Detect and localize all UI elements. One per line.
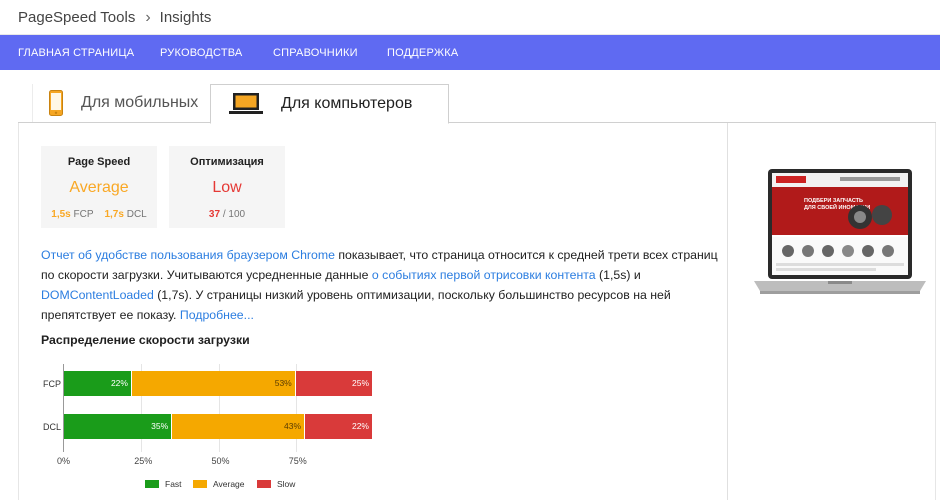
nav-item-support[interactable]: ПОДДЕРЖКА — [387, 47, 458, 59]
chart-category-label: DCL — [43, 422, 62, 432]
chart-legend-item: Average — [193, 479, 245, 489]
panel-right-border — [935, 123, 936, 500]
chart-x-tick: 50% — [211, 456, 230, 466]
desktop-preview-image: ПОДБЕРИ ЗАПЧАСТЬ ДЛЯ СВОЕЙ ИНОМАРКИ — [754, 169, 926, 294]
breadcrumb-root[interactable]: PageSpeed Tools — [18, 9, 135, 26]
more-link[interactable]: Подробнее... — [180, 308, 254, 322]
chrome-ux-report-link[interactable]: Отчет об удобстве пользования браузером … — [41, 248, 335, 262]
legend-label: Slow — [277, 479, 296, 489]
device-tabs: Для мобильных Для компьютеров — [18, 84, 936, 124]
legend-swatch — [145, 480, 159, 488]
chart-bar-segment-average: 43% — [172, 414, 304, 439]
page-speed-metrics: 1,5s FCP 1,7s DCL — [41, 209, 157, 220]
chart-legend-item: Fast — [145, 479, 182, 489]
chart-bar-segment-fast: 35% — [64, 414, 172, 439]
page-speed-title: Page Speed — [67, 156, 131, 168]
chart-bar-segment-fast: 22% — [64, 371, 131, 396]
legend-swatch — [193, 480, 207, 488]
tab-desktop-label: Для компьютеров — [281, 95, 413, 112]
optimization-title: Оптимизация — [190, 156, 264, 168]
tab-mobile-label: Для мобильных — [81, 94, 199, 111]
tab-desktop[interactable]: Для компьютеров — [210, 84, 449, 124]
distribution-title: Распределение скорости загрузки — [41, 333, 250, 347]
laptop-icon — [229, 93, 263, 114]
breadcrumb: PageSpeed Tools › Insights — [18, 9, 211, 26]
optimization-score: 37 / 100 — [169, 209, 285, 220]
chart-bar-segment-slow: 22% — [305, 414, 372, 439]
chart-category-label: FCP — [43, 379, 61, 389]
optimization-value: Low — [212, 179, 242, 196]
optimization-score-suffix: / 100 — [222, 209, 246, 220]
dcl-link[interactable]: DOMContentLoaded — [41, 288, 154, 302]
chart-x-tick: 75% — [288, 456, 307, 466]
nav-item-home[interactable]: ГЛАВНАЯ СТРАНИЦА — [18, 47, 134, 59]
optimization-card: Оптимизация Low 37 / 100 — [169, 146, 285, 228]
panel-divider — [727, 123, 728, 500]
breadcrumb-current: Insights — [159, 9, 212, 26]
chart-legend-item: Slow — [257, 479, 295, 489]
main-nav: ГЛАВНАЯ СТРАНИЦА РУКОВОДСТВА СПРАВОЧНИКИ… — [0, 35, 940, 70]
chart-x-tick: 25% — [134, 456, 153, 466]
dcl-label: DCL — [126, 209, 147, 220]
page-speed-value: Average — [69, 179, 129, 196]
fcp-link[interactable]: о событиях первой отрисовки контента — [372, 268, 596, 282]
chart-x-tick: 0% — [57, 456, 71, 466]
description-text-2: (1,5s) и — [595, 268, 641, 282]
phone-icon — [49, 90, 63, 116]
tab-mobile[interactable]: Для мобильных — [32, 84, 224, 122]
speed-description: Отчет об удобстве пользования браузером … — [41, 245, 721, 325]
legend-swatch — [257, 480, 271, 488]
preview-banner-line1: ПОДБЕРИ ЗАПЧАСТЬ — [804, 198, 863, 204]
chart-bar-segment-slow: 25% — [295, 371, 372, 396]
dcl-value: 1,7s — [104, 209, 124, 220]
chevron-right-icon: › — [145, 8, 151, 26]
nav-item-reference[interactable]: СПРАВОЧНИКИ — [273, 47, 358, 59]
nav-item-guides[interactable]: РУКОВОДСТВА — [160, 47, 242, 59]
fcp-label: FCP — [73, 209, 94, 220]
top-header: PageSpeed Tools › Insights — [0, 0, 940, 35]
chart-bar-segment-average: 53% — [131, 371, 295, 396]
page-speed-card: Page Speed Average 1,5s FCP 1,7s DCL — [41, 146, 157, 228]
optimization-score-value: 37 — [208, 209, 221, 220]
legend-label: Fast — [165, 479, 182, 489]
legend-label: Average — [213, 479, 245, 489]
fcp-value: 1,5s — [51, 209, 71, 220]
